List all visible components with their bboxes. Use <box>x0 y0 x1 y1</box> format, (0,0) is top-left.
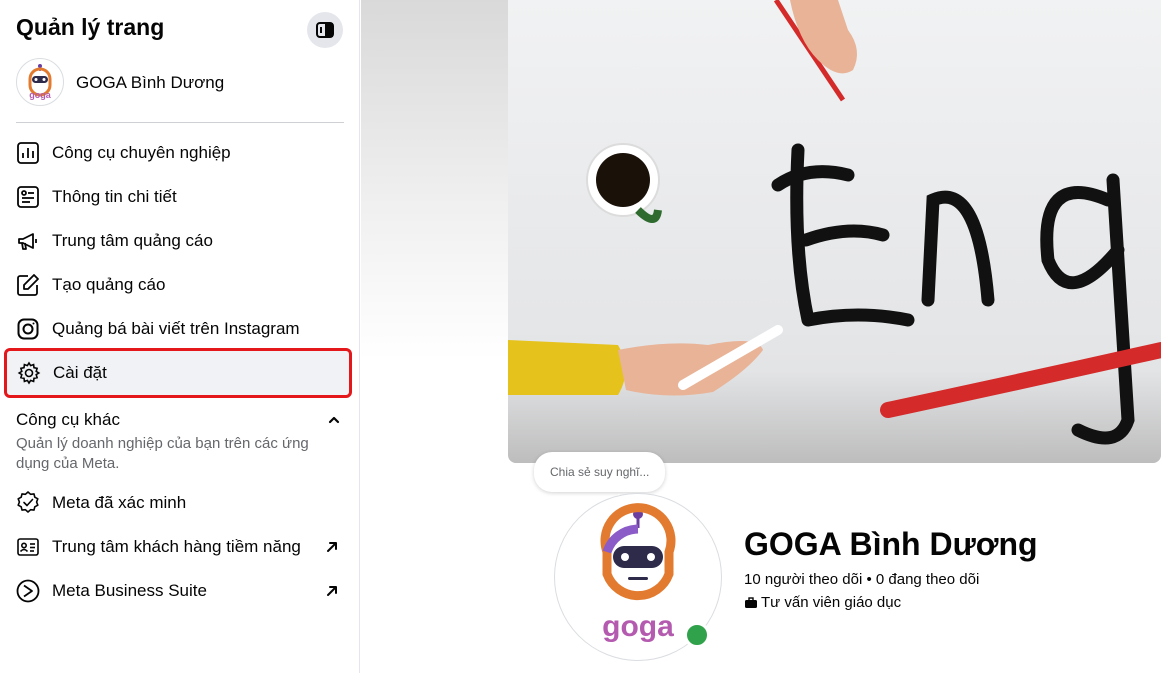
current-page-row[interactable]: goga GOGA Bình Dương <box>16 58 344 108</box>
verified-icon <box>14 489 42 517</box>
sidebar-toggle-icon <box>316 22 334 38</box>
followers-count[interactable]: 10 người theo dõi • 0 đang theo dõi <box>744 571 979 588</box>
other-tools-subtitle: Quản lý doanh nghiệp của bạn trên các ứn… <box>16 435 309 472</box>
menu-item-instagram-boost[interactable]: Quảng bá bài viết trên Instagram <box>8 307 352 351</box>
menu-item-professional-tools[interactable]: Công cụ chuyên nghiệp <box>8 131 352 175</box>
other-tools-header[interactable]: Công cụ khác <box>16 410 344 430</box>
logo-text: goga <box>602 610 674 643</box>
menu-item-meta-verified[interactable]: Meta đã xác minh <box>8 481 352 525</box>
thought-bubble[interactable]: Chia sẻ suy nghĩ... <box>534 452 666 492</box>
external-link-icon <box>327 542 337 552</box>
sidebar-title: Quản lý trang <box>16 14 165 40</box>
page-category: Tư vấn viên giáo dục <box>744 594 901 611</box>
menu-item-label: Tạo quảng cáo <box>52 275 166 294</box>
menu-item-meta-business-suite[interactable]: Meta Business Suite <box>8 569 352 613</box>
chevron-up-icon <box>328 416 340 424</box>
page-category-label: Tư vấn viên giáo dục <box>761 594 902 611</box>
logo-text: goga <box>29 90 51 100</box>
insights-icon <box>14 183 42 211</box>
menu-item-label: Trung tâm khách hàng tiềm năng <box>52 537 301 556</box>
menu-item-label: Quảng bá bài viết trên Instagram <box>52 319 300 338</box>
megaphone-icon <box>14 227 42 255</box>
page-name: GOGA Bình Dương <box>76 73 225 92</box>
menu-item-label: Trung tâm quảng cáo <box>52 231 213 250</box>
menu-item-label: Thông tin chi tiết <box>52 187 177 206</box>
menu-item-label: Cài đặt <box>53 363 107 382</box>
cover-photo[interactable] <box>508 0 1161 463</box>
briefcase-icon <box>745 596 757 608</box>
sidebar-divider <box>16 122 344 123</box>
id-card-icon <box>14 533 42 561</box>
online-status-dot <box>684 622 710 648</box>
meta-business-icon <box>14 577 42 605</box>
other-tools-title: Công cụ khác <box>16 410 120 429</box>
gear-icon <box>15 359 43 387</box>
menu-item-create-ad[interactable]: Tạo quảng cáo <box>8 263 352 307</box>
bar-chart-icon <box>14 139 42 167</box>
menu-item-ad-center[interactable]: Trung tâm quảng cáo <box>8 219 352 263</box>
menu-item-settings[interactable]: Cài đặt <box>4 348 352 398</box>
page-manager-sidebar: Quản lý trang goga GOGA Bình Dương Công … <box>0 0 360 673</box>
external-link-icon <box>327 586 337 596</box>
menu-item-insights[interactable]: Thông tin chi tiết <box>8 175 352 219</box>
menu-item-leads-center[interactable]: Trung tâm khách hàng tiềm năng <box>8 525 352 569</box>
pencil-icon <box>14 271 42 299</box>
collapse-sidebar-button[interactable] <box>307 12 343 48</box>
page-avatar: goga <box>16 58 64 106</box>
menu-item-label: Meta đã xác minh <box>52 493 187 512</box>
menu-item-label: Meta Business Suite <box>52 581 207 600</box>
menu-item-label: Công cụ chuyên nghiệp <box>52 143 231 162</box>
page-preview: Chia sẻ suy nghĩ... goga GOGA Bình Dương… <box>361 0 1161 673</box>
instagram-icon <box>14 315 42 343</box>
profile-name: GOGA Bình Dương <box>744 526 1038 562</box>
